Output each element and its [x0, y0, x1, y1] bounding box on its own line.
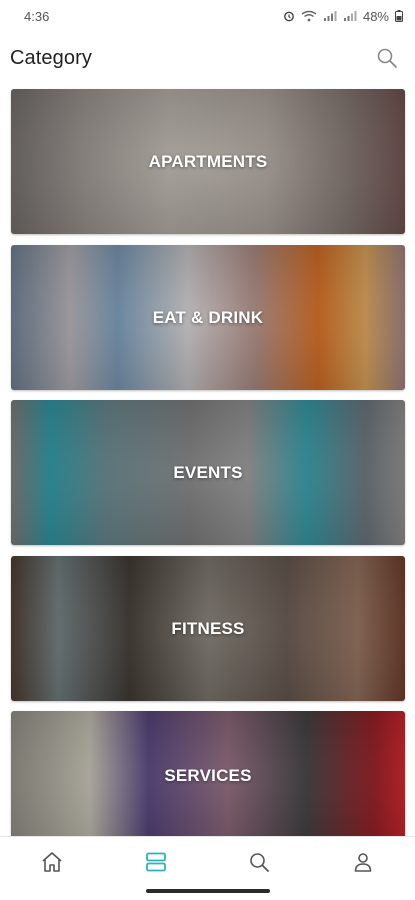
category-label: EAT & DRINK	[152, 307, 264, 327]
battery-icon	[395, 10, 403, 22]
status-icons: 48%	[283, 9, 403, 24]
nav-search[interactable]	[229, 840, 289, 884]
category-icon	[145, 852, 166, 871]
category-label: APARTMENTS	[148, 151, 268, 171]
category-label: FITNESS	[171, 618, 245, 638]
page-title: Category	[10, 46, 92, 69]
status-bar: 4:36 48%	[0, 0, 415, 32]
profile-icon	[354, 852, 372, 872]
search-icon	[250, 852, 270, 872]
nav-profile[interactable]	[333, 840, 393, 884]
category-card-apartments[interactable]: APARTMENTS	[11, 89, 405, 234]
search-button[interactable]	[373, 44, 401, 72]
home-icon	[42, 851, 62, 872]
home-indicator[interactable]	[146, 889, 270, 893]
category-label: EVENTS	[173, 462, 243, 482]
app-header: Category	[0, 32, 415, 84]
category-card-fitness[interactable]: FITNESS	[11, 556, 405, 701]
search-icon	[377, 48, 397, 68]
battery-percent: 48%	[362, 8, 389, 24]
signal-icon-2	[343, 11, 357, 21]
nav-home[interactable]	[22, 840, 82, 884]
category-card-services[interactable]: SERVICES	[11, 711, 405, 841]
bottom-navigation	[0, 836, 415, 886]
nav-category[interactable]	[126, 840, 186, 884]
category-label: SERVICES	[164, 766, 252, 785]
alarm-icon	[284, 11, 294, 22]
status-time: 4:36	[24, 8, 50, 24]
signal-icon	[323, 11, 337, 21]
category-card-eat-drink[interactable]: EAT & DRINK	[11, 245, 405, 390]
category-card-events[interactable]: EVENTS	[11, 400, 405, 545]
wifi-icon	[301, 10, 317, 22]
